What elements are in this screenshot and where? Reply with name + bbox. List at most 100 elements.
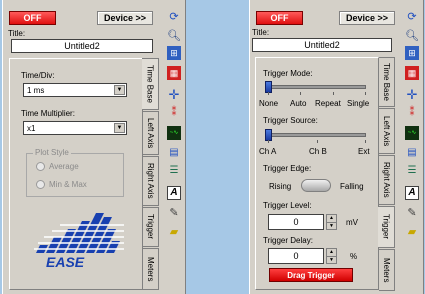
chevron-down-icon[interactable]: ▼ bbox=[114, 85, 125, 95]
tab-right-axis-label: Right Axis bbox=[382, 162, 391, 198]
trigger-delay-spinner[interactable]: ▲ ▼ bbox=[326, 248, 337, 264]
tick bbox=[268, 140, 269, 143]
trigger-delay-label: Trigger Delay: bbox=[263, 236, 313, 245]
graph-refresh-icon[interactable]: ⟳ bbox=[167, 10, 181, 24]
plot-style-label: Plot Style bbox=[33, 148, 71, 157]
device-button[interactable]: Device >> bbox=[339, 11, 395, 25]
trigger-source-track[interactable] bbox=[268, 133, 366, 137]
edge-rising-label: Rising bbox=[269, 182, 292, 191]
text-icon[interactable]: A bbox=[405, 186, 419, 200]
tab-trigger-label: Trigger bbox=[381, 214, 391, 240]
trigger-edge-label: Trigger Edge: bbox=[263, 164, 312, 173]
grid-icon[interactable]: ▦ bbox=[167, 66, 181, 80]
title-input[interactable]: Untitled2 bbox=[252, 38, 392, 52]
list-icon[interactable]: ☰ bbox=[405, 164, 419, 178]
tick bbox=[365, 140, 366, 143]
mode-single-label: Single bbox=[347, 99, 370, 108]
trigger-delay-unit: % bbox=[350, 252, 358, 261]
timediv-select[interactable]: 1 ms ▼ bbox=[23, 83, 127, 97]
edge-falling-label: Falling bbox=[340, 182, 364, 191]
trigger-mode-track[interactable] bbox=[268, 85, 366, 89]
crosshair-icon[interactable]: ✛ bbox=[167, 87, 181, 101]
timediv-label: Time/Div: bbox=[21, 71, 55, 80]
tab-right-axis[interactable]: Right Axis bbox=[143, 156, 159, 206]
radio-average-label: Average bbox=[49, 162, 79, 171]
tab-trigger-label: Trigger bbox=[146, 214, 155, 240]
tab-trigger[interactable]: Trigger bbox=[143, 207, 159, 247]
graph-refresh-icon[interactable]: ⟳ bbox=[405, 10, 419, 24]
side-toolbar: ⟳ 🔍︎ ⊞ ▦ ✛ ⁑ ~∿ ▤ ☰ A ✎ ▰ bbox=[403, 10, 421, 270]
tick bbox=[333, 92, 334, 95]
off-button[interactable]: OFF bbox=[256, 11, 303, 25]
timediv-value: 1 ms bbox=[27, 85, 45, 95]
trigger-delay-input[interactable]: 0 bbox=[268, 248, 324, 264]
channel-icon[interactable]: ▤ bbox=[167, 146, 181, 160]
chevron-down-icon[interactable]: ▼ bbox=[114, 123, 125, 133]
vertical-tab-strip: Time Base Left Axis Right Axis Trigger M… bbox=[142, 58, 161, 292]
tab-right-axis[interactable]: Right Axis bbox=[379, 155, 395, 205]
channel-icon[interactable]: ▤ bbox=[405, 146, 419, 160]
left-instrument-panel: OFF Device >> Title: Untitled2 Time/Div:… bbox=[2, 0, 186, 294]
zoom-fit-icon[interactable]: ⊞ bbox=[405, 46, 419, 60]
source-cha-label: Ch A bbox=[259, 147, 277, 156]
trigger-edge-toggle[interactable] bbox=[301, 179, 331, 192]
radio-average[interactable]: Average bbox=[36, 162, 79, 171]
radio-dot-icon bbox=[36, 162, 45, 171]
tick bbox=[365, 92, 366, 95]
note-icon[interactable]: ✎ bbox=[167, 206, 181, 220]
trigger-tab-content: Trigger Mode: None Auto Repeat Single Tr… bbox=[255, 57, 379, 290]
ease-logo: EASE bbox=[34, 213, 124, 270]
tab-left-axis-label: Left Axis bbox=[146, 117, 155, 149]
tab-meters[interactable]: Meters bbox=[379, 249, 395, 291]
trigger-level-label: Trigger Level: bbox=[263, 201, 312, 210]
tick bbox=[268, 92, 269, 95]
text-icon[interactable]: A bbox=[167, 186, 181, 200]
arrow-up-icon[interactable]: ▲ bbox=[327, 215, 336, 223]
timebase-tab-content: Time/Div: 1 ms ▼ Time Multiplier: x1 ▼ P… bbox=[9, 58, 143, 290]
grid-icon[interactable]: ▦ bbox=[405, 66, 419, 80]
radio-dot-icon bbox=[36, 180, 45, 189]
tab-trigger[interactable]: Trigger bbox=[378, 206, 395, 248]
plot-style-group: Plot Style Average Min & Max bbox=[26, 148, 124, 197]
right-instrument-panel: OFF Device >> Title: Untitled2 Trigger M… bbox=[249, 0, 424, 294]
mode-auto-label: Auto bbox=[290, 99, 307, 108]
trigger-level-spinner[interactable]: ▲ ▼ bbox=[326, 214, 337, 230]
arrow-down-icon[interactable]: ▼ bbox=[327, 257, 336, 264]
drag-trigger-button[interactable]: Drag Trigger bbox=[269, 268, 353, 282]
tab-left-axis[interactable]: Left Axis bbox=[379, 108, 395, 154]
list-icon[interactable]: ☰ bbox=[167, 164, 181, 178]
tick bbox=[300, 92, 301, 95]
title-input[interactable]: Untitled2 bbox=[11, 39, 153, 53]
arrow-up-icon[interactable]: ▲ bbox=[327, 249, 336, 257]
eraser-icon[interactable]: ▰ bbox=[405, 225, 419, 239]
arrow-down-icon[interactable]: ▼ bbox=[327, 223, 336, 230]
mode-none-label: None bbox=[259, 99, 279, 108]
marker-icon[interactable]: ⁑ bbox=[167, 106, 181, 120]
zoom-fit-icon[interactable]: ⊞ bbox=[167, 46, 181, 60]
ease-logo-text: EASE bbox=[46, 254, 85, 270]
zoom-icon[interactable]: 🔍︎ bbox=[167, 29, 181, 43]
mode-repeat-label: Repeat bbox=[315, 99, 341, 108]
eraser-icon[interactable]: ▰ bbox=[167, 225, 181, 239]
off-button[interactable]: OFF bbox=[9, 11, 56, 25]
scope-display-icon[interactable]: ~∿ bbox=[405, 126, 419, 140]
note-icon[interactable]: ✎ bbox=[405, 206, 419, 220]
tab-meters[interactable]: Meters bbox=[143, 248, 159, 290]
marker-icon[interactable]: ⁑ bbox=[405, 106, 419, 120]
zoom-icon[interactable]: 🔍︎ bbox=[405, 29, 419, 43]
vertical-tab-strip: Time Base Left Axis Right Axis Trigger M… bbox=[378, 57, 397, 292]
tab-meters-label: Meters bbox=[382, 257, 391, 283]
scope-display-icon[interactable]: ~∿ bbox=[167, 126, 181, 140]
trigger-source-label: Trigger Source: bbox=[263, 116, 318, 125]
trigger-level-input[interactable]: 0 bbox=[268, 214, 324, 230]
multiplier-select[interactable]: x1 ▼ bbox=[23, 121, 127, 135]
crosshair-icon[interactable]: ✛ bbox=[405, 87, 419, 101]
tab-time-base[interactable]: Time Base bbox=[379, 57, 395, 107]
tab-time-base[interactable]: Time Base bbox=[142, 58, 159, 110]
radio-min-max-label: Min & Max bbox=[49, 180, 87, 189]
trigger-level-unit: mV bbox=[346, 218, 358, 227]
source-chb-label: Ch B bbox=[309, 147, 327, 156]
radio-min-max[interactable]: Min & Max bbox=[36, 180, 87, 189]
device-button[interactable]: Device >> bbox=[97, 11, 153, 25]
tab-left-axis[interactable]: Left Axis bbox=[143, 111, 159, 155]
